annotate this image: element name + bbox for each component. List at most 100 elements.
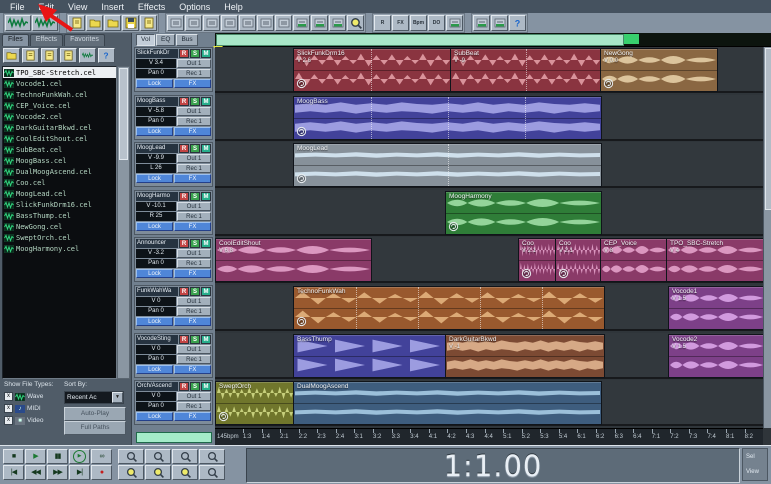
clip-moogharmony[interactable]: MoogHarmony bbox=[445, 191, 602, 235]
track-volume[interactable]: V -10.1 bbox=[136, 202, 176, 211]
toolbar-crossfade-button[interactable] bbox=[311, 15, 328, 31]
track-output-button[interactable]: Out 1 bbox=[177, 297, 211, 306]
toolbar-new-session-button[interactable] bbox=[68, 15, 85, 31]
transport-loop-button[interactable]: ∞ bbox=[91, 449, 112, 464]
timeline-ruler[interactable]: 145bpm 1:31:42:12:22:32:43:13:23:33:44:1… bbox=[215, 428, 763, 445]
clip-tpo-sbc-stretch[interactable]: TPO_SBC-StretchV 4 bbox=[666, 238, 765, 282]
track-pan[interactable]: Pan 0 bbox=[136, 355, 176, 364]
track-lock-button[interactable]: Lock bbox=[136, 269, 173, 278]
file-item-darkguitarbkwd-cel[interactable]: DarkGuitarBkwd.cel bbox=[3, 122, 116, 133]
track-name[interactable]: VocodeSting bbox=[136, 335, 178, 344]
file-item-vocode2-cel[interactable]: Vocode2.cel bbox=[3, 111, 116, 122]
track-record-device-button[interactable]: Rec 1 bbox=[177, 355, 211, 364]
track-pan[interactable]: Pan 0 bbox=[136, 117, 176, 126]
clip-darkguitarbkwd[interactable]: DarkGuitarBkwdV -1 bbox=[445, 334, 605, 378]
organizer-close-files-button[interactable] bbox=[22, 48, 39, 63]
clip-subbeat[interactable]: SubBeatV -9 bbox=[450, 48, 602, 92]
toolbar-snapping-button[interactable] bbox=[473, 15, 490, 31]
transport-rewind-button[interactable]: ◀◀ bbox=[25, 465, 46, 480]
file-item-bassthump-cel[interactable]: BassThump.cel bbox=[3, 210, 116, 221]
toolbar-session-properties-button[interactable] bbox=[491, 15, 508, 31]
track-pan[interactable]: Pan 0 bbox=[136, 259, 176, 268]
track-output-button[interactable]: Out 1 bbox=[177, 202, 211, 211]
horizontal-scrollbar[interactable] bbox=[215, 33, 771, 47]
record-arm-button[interactable]: R bbox=[179, 335, 189, 344]
track-volume[interactable]: V -5.8 bbox=[136, 107, 176, 116]
track-pan[interactable]: Pan 0 bbox=[136, 69, 176, 78]
toolbar-edit-waveform-view-button[interactable] bbox=[5, 15, 31, 31]
track-fx-button[interactable]: FX bbox=[174, 269, 211, 278]
clip-slickfunkdrm16[interactable]: SlickFunkDrm16V 2.6 bbox=[293, 48, 452, 92]
toolbar-delete-button[interactable] bbox=[275, 15, 292, 31]
track-lock-button[interactable]: Lock bbox=[136, 365, 173, 374]
track-name[interactable]: SlickFunkDr bbox=[136, 49, 178, 58]
record-arm-button[interactable]: R bbox=[179, 287, 189, 296]
clip-moogbass[interactable]: MoogBass bbox=[293, 96, 602, 140]
track-lane-7[interactable]: BassThumpDarkGuitarBkwdV -1Vocode2V 1.5 bbox=[215, 333, 763, 379]
track-lock-button[interactable]: Lock bbox=[136, 412, 173, 421]
clip-sweptorch[interactable]: SweptOrch bbox=[215, 381, 295, 425]
toolbar-help-button[interactable] bbox=[509, 15, 526, 31]
track-output-button[interactable]: Out 1 bbox=[177, 345, 211, 354]
tab-favorites[interactable]: Favorites bbox=[64, 34, 105, 46]
toolbar-fx-rack-button[interactable]: FX bbox=[392, 15, 409, 31]
track-lane-2[interactable]: MoogBass bbox=[215, 95, 763, 141]
menu-file[interactable]: File bbox=[3, 2, 32, 12]
track-lane-5[interactable]: CoolEditShoutV 6.8CooV 2.1CooV 2.1CEP_Vo… bbox=[215, 237, 763, 283]
track-output-button[interactable]: Out 1 bbox=[177, 59, 211, 68]
file-item-slickfunkdrm16-cel[interactable]: SlickFunkDrm16.cel bbox=[3, 199, 116, 210]
track-fx-button[interactable]: FX bbox=[174, 222, 211, 231]
track-name[interactable]: MoogLead bbox=[136, 144, 178, 153]
file-item-subbeat-cel[interactable]: SubBeat.cel bbox=[3, 144, 116, 155]
track-record-device-button[interactable]: Rec 1 bbox=[177, 212, 211, 221]
toolbar-undo-button[interactable] bbox=[167, 15, 184, 31]
record-arm-button[interactable]: R bbox=[179, 239, 189, 248]
file-item-tpo-sbc-stretch-cel[interactable]: TPO_SBC-Stretch.cel bbox=[3, 67, 116, 78]
toolbar-mix-paste-button[interactable] bbox=[257, 15, 274, 31]
toolbar-paste-button[interactable] bbox=[239, 15, 256, 31]
transport-stop-button[interactable]: ■ bbox=[3, 449, 24, 464]
zoom-out-horizontal-button[interactable] bbox=[145, 449, 171, 464]
transport-pause-button[interactable]: ▮▮ bbox=[47, 449, 68, 464]
track-volume[interactable]: V -3.2 bbox=[136, 249, 176, 258]
track-volume[interactable]: V 0 bbox=[136, 345, 176, 354]
tab-files[interactable]: Files bbox=[2, 34, 29, 46]
track-output-button[interactable]: Out 1 bbox=[177, 154, 211, 163]
record-arm-button[interactable]: R bbox=[179, 382, 189, 391]
track-lock-button[interactable]: Lock bbox=[136, 222, 173, 231]
clip-cep-voice[interactable]: CEP_VoiceV 8 bbox=[600, 238, 668, 282]
track-fx-button[interactable]: FX bbox=[174, 127, 211, 136]
file-item-dualmoogascend-cel[interactable]: DualMoogAscend.cel bbox=[3, 166, 116, 177]
toolbar-open-append-button[interactable] bbox=[104, 15, 121, 31]
clip-coo[interactable]: CooV 2.1 bbox=[518, 238, 557, 282]
scrollbar-thumb[interactable] bbox=[119, 68, 128, 160]
solo-button[interactable]: S bbox=[190, 192, 200, 201]
clip-dualmoogascend[interactable]: DualMoogAscend bbox=[293, 381, 602, 425]
track-fx-button[interactable]: FX bbox=[174, 412, 211, 421]
track-lane-8[interactable]: SweptOrchDualMoogAscend bbox=[215, 380, 763, 426]
vertical-scrollbar[interactable] bbox=[763, 47, 771, 428]
record-arm-button[interactable]: R bbox=[179, 97, 189, 106]
toolbar-cd-list-button[interactable]: DO bbox=[428, 15, 445, 31]
file-item-technofunkwah-cel[interactable]: TechnoFunkWah.cel bbox=[3, 89, 116, 100]
track-record-device-button[interactable]: Rec 1 bbox=[177, 307, 211, 316]
toolbar-trim-button[interactable] bbox=[293, 15, 310, 31]
clip-bassthump[interactable]: BassThump bbox=[293, 334, 447, 378]
solo-button[interactable]: S bbox=[190, 49, 200, 58]
track-output-button[interactable]: Out 1 bbox=[177, 392, 211, 401]
track-name[interactable]: FunkWahWa bbox=[136, 287, 178, 296]
zoom-to-left-edge-button[interactable] bbox=[172, 465, 198, 480]
scrollbar-thumb[interactable] bbox=[765, 48, 771, 210]
toolbar-multitrack-view-button[interactable] bbox=[32, 15, 58, 31]
track-record-device-button[interactable]: Rec 1 bbox=[177, 164, 211, 173]
transport-go-to-end-button[interactable]: ▶| bbox=[69, 465, 90, 480]
track-fx-button[interactable]: FX bbox=[174, 317, 211, 326]
organizer-help-button[interactable] bbox=[98, 48, 115, 63]
solo-button[interactable]: S bbox=[190, 239, 200, 248]
file-item-mooglead-cel[interactable]: MoogLead.cel bbox=[3, 188, 116, 199]
track-lane-3[interactable]: MoogLead bbox=[215, 142, 763, 188]
mute-button[interactable]: M bbox=[201, 49, 211, 58]
checkbox[interactable]: x bbox=[4, 392, 13, 401]
organizer-insert-into-cd-list-button[interactable] bbox=[60, 48, 77, 63]
track-record-device-button[interactable]: Rec 1 bbox=[177, 69, 211, 78]
